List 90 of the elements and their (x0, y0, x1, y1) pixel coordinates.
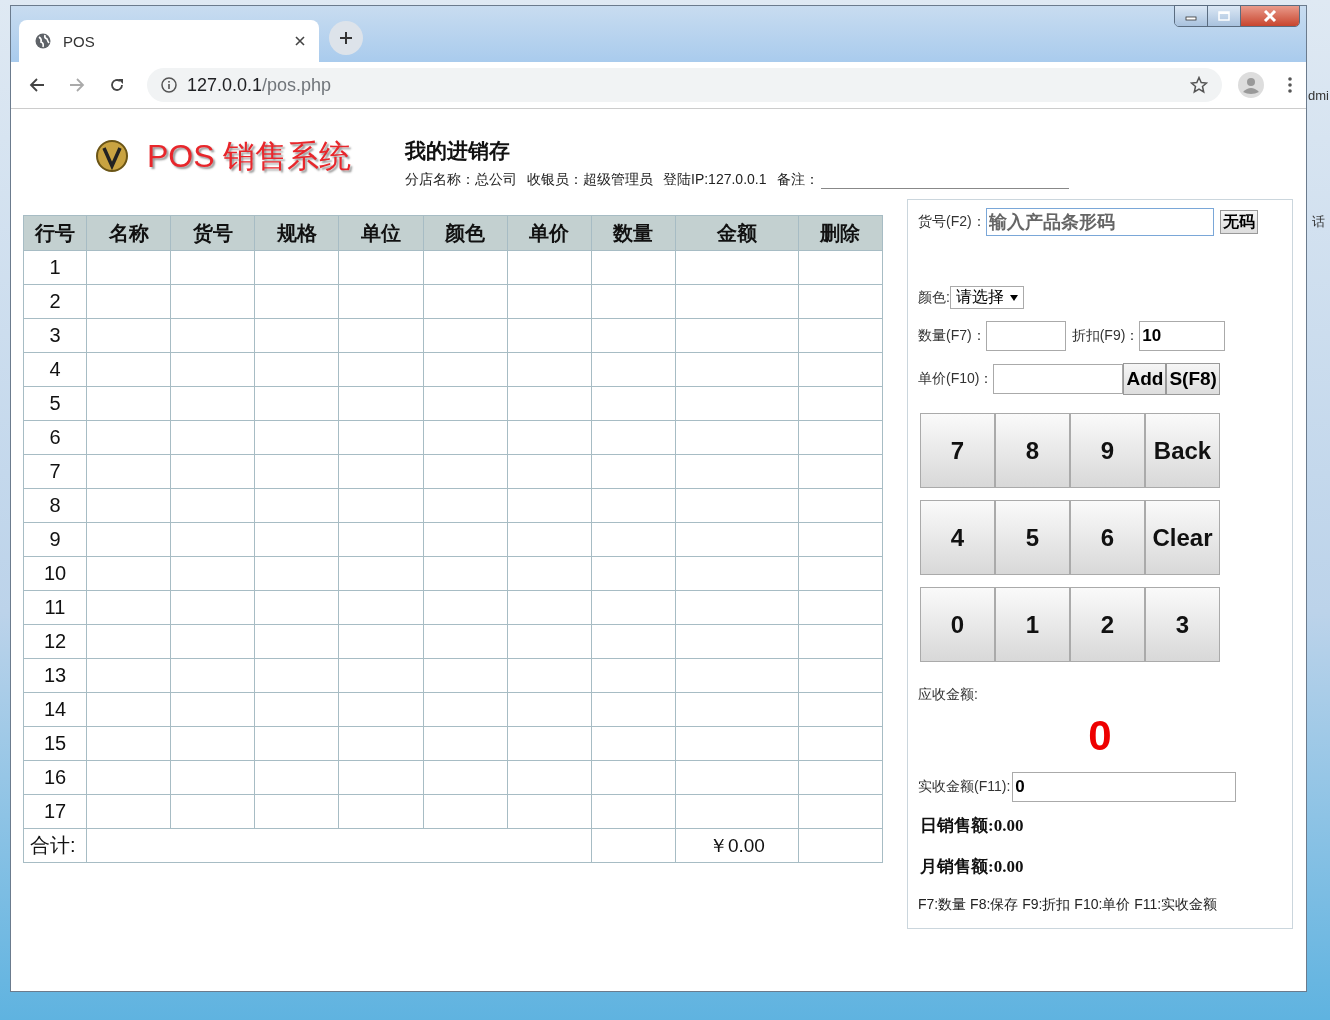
browser-tab[interactable]: POS (19, 20, 319, 62)
row-number: 7 (23, 454, 87, 489)
field-label: 数量(F7)： (918, 327, 986, 345)
keypad-key[interactable]: 6 (1070, 500, 1145, 575)
column-header: 删除 (798, 215, 883, 251)
shortcut-hint: F7:数量 F8:保存 F9:折扣 F10:单价 F11:实收金额 (918, 896, 1219, 914)
column-header: 规格 (254, 215, 339, 251)
row-number: 4 (23, 352, 87, 387)
keypad-key[interactable]: Back (1145, 413, 1220, 488)
row-number: 6 (23, 420, 87, 455)
info-text: 备注： (776, 171, 819, 189)
page-title: 我的进销存 (405, 138, 511, 164)
close-button[interactable] (1241, 6, 1299, 26)
row-number: 16 (23, 760, 87, 795)
url-text: 127.0.0.1/pos.php (187, 74, 333, 96)
quantity-input[interactable] (985, 321, 1066, 351)
row-number: 15 (23, 726, 87, 761)
row-number: 5 (23, 386, 87, 421)
column-header: 单价 (507, 215, 592, 251)
close-icon[interactable] (295, 36, 305, 46)
keypad-key[interactable]: 0 (920, 587, 995, 662)
column-header: 货号 (170, 215, 255, 251)
maximize-button[interactable] (1208, 6, 1241, 26)
field-label: 实收金额(F11): (918, 778, 1011, 796)
star-icon[interactable] (1190, 76, 1208, 94)
globe-icon (35, 33, 51, 49)
keypad-key[interactable]: 4 (920, 500, 995, 575)
row-number: 2 (23, 284, 87, 319)
keypad-key[interactable]: 1 (995, 587, 1070, 662)
price-input[interactable] (993, 364, 1124, 394)
keypad-key[interactable]: 7 (920, 413, 995, 488)
menu-icon[interactable] (1288, 77, 1292, 93)
info-text: 分店名称：总公司 (405, 171, 517, 189)
minimize-button[interactable] (1175, 6, 1208, 26)
daily-sales: 日销售额:0.00 (920, 815, 1025, 837)
no-barcode-button[interactable]: 无码 (1219, 210, 1258, 234)
total-amount: ￥0.00 (675, 828, 799, 863)
row-number: 9 (23, 522, 87, 557)
keypad-key[interactable]: 9 (1070, 413, 1145, 488)
column-header: 数量 (591, 215, 676, 251)
row-number: 3 (23, 318, 87, 353)
dropdown-icon (1009, 294, 1018, 301)
reload-icon[interactable] (109, 77, 125, 93)
discount-input[interactable]: 10 (1139, 321, 1226, 351)
monthly-sales: 月销售额:0.00 (920, 856, 1025, 878)
row-number: 12 (23, 624, 87, 659)
keypad-key[interactable]: 3 (1145, 587, 1220, 662)
row-number: 8 (23, 488, 87, 523)
column-header: 名称 (86, 215, 171, 251)
row-number: 13 (23, 658, 87, 693)
keypad-key[interactable]: Clear (1145, 500, 1220, 575)
keypad-key[interactable]: 2 (1070, 587, 1145, 662)
background-window-text: 话 (1312, 213, 1325, 231)
column-header: 颜色 (423, 215, 508, 251)
keypad-key[interactable]: 5 (995, 500, 1070, 575)
field-label: 折扣(F9)： (1071, 327, 1140, 345)
row-number: 10 (23, 556, 87, 591)
tab-title: POS (63, 32, 96, 50)
color-select[interactable]: 请选择 (949, 286, 1024, 309)
row-number: 17 (23, 794, 87, 829)
receivable-label: 应收金额: (918, 686, 979, 704)
new-tab-button[interactable] (329, 21, 363, 55)
field-label: 货号(F2)： (918, 213, 986, 231)
keypad-key[interactable]: 8 (995, 413, 1070, 488)
receivable-amount: 0 (1087, 712, 1113, 760)
close-icon (1263, 10, 1277, 22)
row-number: 1 (23, 250, 87, 285)
save-button[interactable]: S(F8) (1166, 363, 1220, 395)
info-text: 收银员：超级管理员 (527, 171, 653, 189)
back-icon[interactable] (29, 77, 45, 93)
info-text: 登陆IP:127.0.0.1 (663, 171, 767, 189)
column-header: 单位 (338, 215, 423, 251)
row-number: 11 (23, 590, 87, 625)
received-input[interactable]: 0 (1012, 772, 1237, 802)
plus-icon (339, 31, 353, 45)
field-label: 单价(F10)： (918, 370, 994, 388)
avatar-icon[interactable] (1238, 72, 1264, 98)
total-label: 合计: (23, 828, 87, 863)
info-icon (161, 77, 177, 93)
v-logo-icon (95, 139, 131, 175)
column-header: 金额 (675, 215, 799, 251)
add-button[interactable]: Add (1123, 363, 1167, 395)
row-number: 14 (23, 692, 87, 727)
background-window-text: dmi (1308, 88, 1329, 103)
barcode-input[interactable]: 输入产品条形码 (985, 208, 1214, 236)
logo-text: POS 销售系统 (147, 137, 352, 176)
maximize-icon (1218, 11, 1230, 21)
address-bar[interactable]: 127.0.0.1/pos.php (147, 68, 1222, 102)
field-label: 颜色: (918, 288, 950, 307)
column-header: 行号 (23, 215, 87, 251)
